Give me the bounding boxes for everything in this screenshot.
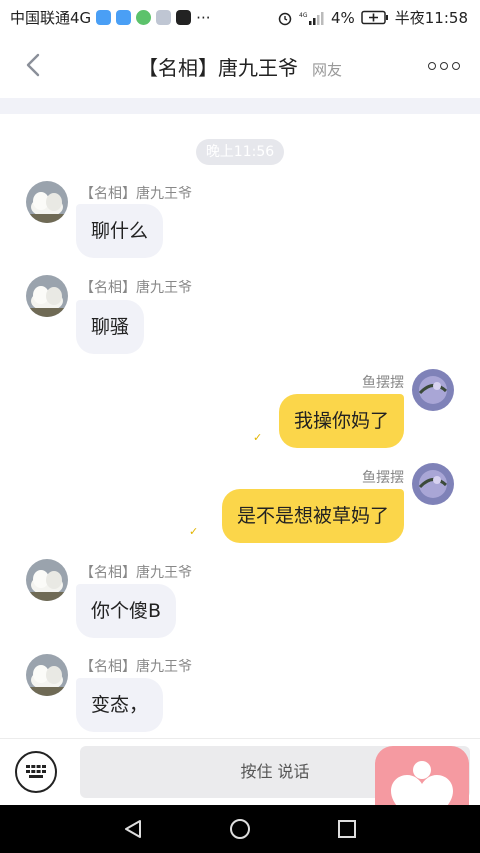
sender-nickname: 【名相】唐九王爷: [80, 280, 192, 296]
time-divider: 晚上11:56: [196, 139, 284, 165]
read-check-icon: ✓: [253, 431, 263, 444]
message-bubble-received[interactable]: 变态，: [76, 678, 164, 732]
signal-icon: 4G: [299, 11, 324, 25]
sender-nickname: 鱼摆摆: [362, 470, 404, 486]
chat-title-subtitle: 网友: [311, 61, 342, 79]
sender-nickname: 【名相】唐九王爷: [80, 565, 192, 581]
avatar-contact[interactable]: [26, 559, 68, 601]
nav-home-icon[interactable]: [229, 818, 251, 840]
notification-icon: [96, 10, 112, 25]
sender-nickname: 鱼摆摆: [362, 375, 404, 391]
message-bubble-sent[interactable]: 是不是想被草妈了: [221, 489, 404, 543]
message-list[interactable]: 晚上11:56 【名相】唐九王爷 聊什么 【名相】唐九王爷 聊骚 鱼摆摆 ✓ 我…: [0, 114, 480, 738]
status-bar: 中国联通4G ··· 4G 4% 半夜11:58: [0, 0, 480, 34]
app-icon: [156, 10, 172, 25]
message-bubble-received[interactable]: 聊骚: [76, 300, 145, 354]
sender-nickname: 【名相】唐九王爷: [80, 659, 192, 675]
header-divider: [0, 98, 480, 114]
avatar-contact[interactable]: [26, 654, 68, 696]
dot: [452, 62, 460, 70]
avatar-contact[interactable]: [26, 275, 68, 317]
battery-percent: 4%: [330, 8, 355, 27]
notification-icon: [116, 10, 132, 25]
message-bubble-sent[interactable]: 我操你妈了: [278, 394, 404, 448]
nav-recents-icon[interactable]: [336, 818, 358, 840]
read-check-icon: ✓: [189, 525, 199, 538]
sender-nickname: 【名相】唐九王爷: [80, 186, 192, 202]
check-icon: [136, 10, 152, 25]
dot: [428, 62, 436, 70]
more-dots-icon[interactable]: [428, 62, 460, 70]
svg-text:4G: 4G: [299, 12, 308, 19]
more-notifications: ···: [196, 8, 211, 27]
nav-back-icon[interactable]: [122, 818, 144, 840]
message-bubble-received[interactable]: 聊什么: [76, 204, 164, 258]
dot: [440, 62, 448, 70]
message-bubble-received[interactable]: 你个傻B: [76, 584, 177, 638]
avatar-self[interactable]: [412, 463, 454, 505]
chat-header: 【名相】唐九王爷 网友: [0, 34, 480, 98]
avatar-self[interactable]: [412, 369, 454, 411]
alarm-icon: [278, 12, 292, 25]
keyboard-icon[interactable]: [15, 751, 57, 793]
tiktok-icon: [176, 10, 192, 25]
avatar-contact[interactable]: [26, 181, 68, 223]
chat-title-name: 【名相】唐九王爷: [137, 56, 298, 80]
battery-icon: [361, 10, 388, 25]
chat-title: 【名相】唐九王爷 网友: [0, 52, 480, 81]
clock-time: 半夜11:58: [394, 9, 468, 27]
system-nav-bar: [0, 805, 480, 853]
carrier-label: 中国联通4G: [10, 9, 92, 27]
